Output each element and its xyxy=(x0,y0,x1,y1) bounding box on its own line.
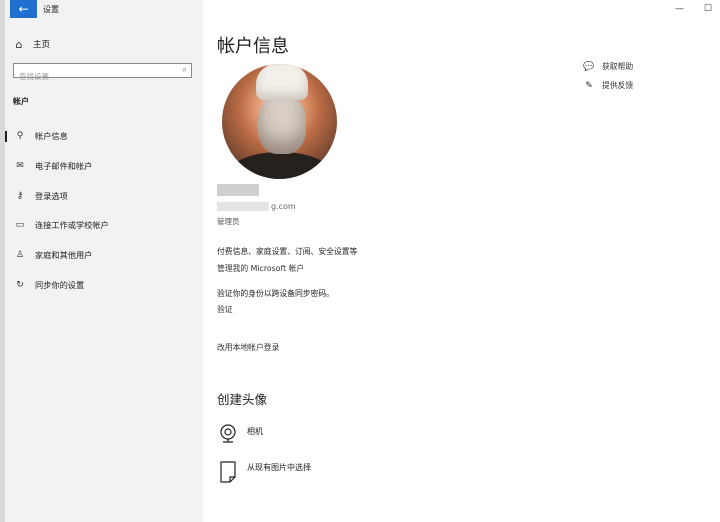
browse-label: 从现有图片中选择 xyxy=(247,463,311,472)
search-box[interactable]: ⌕ xyxy=(13,63,192,83)
sidebar-item-label: 家庭和其他用户 xyxy=(35,250,93,260)
feedback-icon: ✎ xyxy=(585,80,593,91)
key-icon: ⚷ xyxy=(16,191,24,201)
sidebar-item-label: 电子邮件和帐户 xyxy=(35,161,93,171)
main-content: — ☐ 帐户信息 g.com 管理员 付费信息、家庭设置、订阅、安全设置等 管理… xyxy=(203,0,720,522)
get-help-label: 获取帮助 xyxy=(602,62,634,71)
sidebar-item-family[interactable]: ♙ 家庭和其他用户 xyxy=(5,246,203,264)
sidebar-item-email[interactable]: ✉ 电子邮件和帐户 xyxy=(5,157,203,175)
get-help-link[interactable]: 💬 获取帮助 xyxy=(583,61,633,72)
sidebar-item-label: 登录选项 xyxy=(35,191,68,201)
sidebar-item-label: 连接工作或学校帐户 xyxy=(35,220,109,230)
billing-text: 付费信息、家庭设置、订阅、安全设置等 xyxy=(217,247,358,256)
local-account-link[interactable]: 改用本地帐户登录 xyxy=(217,342,279,353)
search-icon[interactable]: ⌕ xyxy=(183,65,187,75)
window-controls: — ☐ xyxy=(675,4,712,14)
manage-account-link[interactable]: 管理我的 Microsoft 帐户 xyxy=(217,263,304,274)
sidebar: ← 设置 ⌂ 主页 ⌕ 帐户 ⚲ 帐户信息 ✉ 电子邮件和帐户 ⚷ 登录选项 ▭… xyxy=(5,0,203,522)
mail-icon: ✉ xyxy=(16,161,24,171)
camera-option[interactable]: 相机 xyxy=(219,424,263,444)
avatar-hat xyxy=(256,64,308,100)
email-suffix: g.com xyxy=(271,202,296,211)
minimize-button[interactable]: — xyxy=(675,4,684,14)
email-line: g.com xyxy=(217,202,296,211)
chat-help-icon: 💬 xyxy=(583,61,595,72)
avatar-face xyxy=(258,94,306,154)
briefcase-icon: ▭ xyxy=(15,220,25,230)
avatar xyxy=(222,64,337,179)
picture-file-icon xyxy=(220,461,236,483)
camera-label: 相机 xyxy=(247,427,263,436)
search-input[interactable] xyxy=(14,70,169,83)
sync-icon: ↻ xyxy=(16,280,24,290)
nav-home[interactable]: ⌂ 主页 xyxy=(13,37,51,51)
app-title: 设置 xyxy=(43,5,59,14)
give-feedback-link[interactable]: ✎ 提供反馈 xyxy=(583,80,633,91)
verify-text: 验证你的身份以跨设备同步密码。 xyxy=(217,289,334,298)
sidebar-item-label: 同步你的设置 xyxy=(35,280,85,290)
back-arrow-icon: ← xyxy=(18,2,29,16)
avatar-coat xyxy=(230,152,330,179)
person-add-icon: ♙ xyxy=(15,250,25,260)
sidebar-item-account-info[interactable]: ⚲ 帐户信息 xyxy=(5,127,203,145)
maximize-button[interactable]: ☐ xyxy=(704,4,712,14)
redacted-email xyxy=(217,202,269,211)
user-info: g.com 管理员 xyxy=(217,184,296,227)
sidebar-item-label: 帐户信息 xyxy=(35,131,68,141)
camera-icon xyxy=(220,424,236,443)
user-role: 管理员 xyxy=(217,217,240,226)
person-card-icon: ⚲ xyxy=(16,131,24,141)
create-avatar-title: 创建头像 xyxy=(217,392,268,407)
nav-home-label: 主页 xyxy=(33,40,51,50)
sidebar-item-work-school[interactable]: ▭ 连接工作或学校帐户 xyxy=(5,216,203,234)
section-title-accounts: 帐户 xyxy=(13,97,29,106)
redacted-user-name xyxy=(217,184,259,196)
give-feedback-label: 提供反馈 xyxy=(602,81,634,90)
sidebar-item-sync[interactable]: ↻ 同步你的设置 xyxy=(5,276,203,294)
page-title: 帐户信息 xyxy=(217,36,289,57)
verify-link[interactable]: 验证 xyxy=(217,304,233,315)
browse-option[interactable]: 从现有图片中选择 xyxy=(219,460,311,484)
sidebar-item-sign-in-options[interactable]: ⚷ 登录选项 xyxy=(5,187,203,205)
home-icon: ⌂ xyxy=(15,37,23,51)
back-button[interactable]: ← xyxy=(10,0,37,18)
